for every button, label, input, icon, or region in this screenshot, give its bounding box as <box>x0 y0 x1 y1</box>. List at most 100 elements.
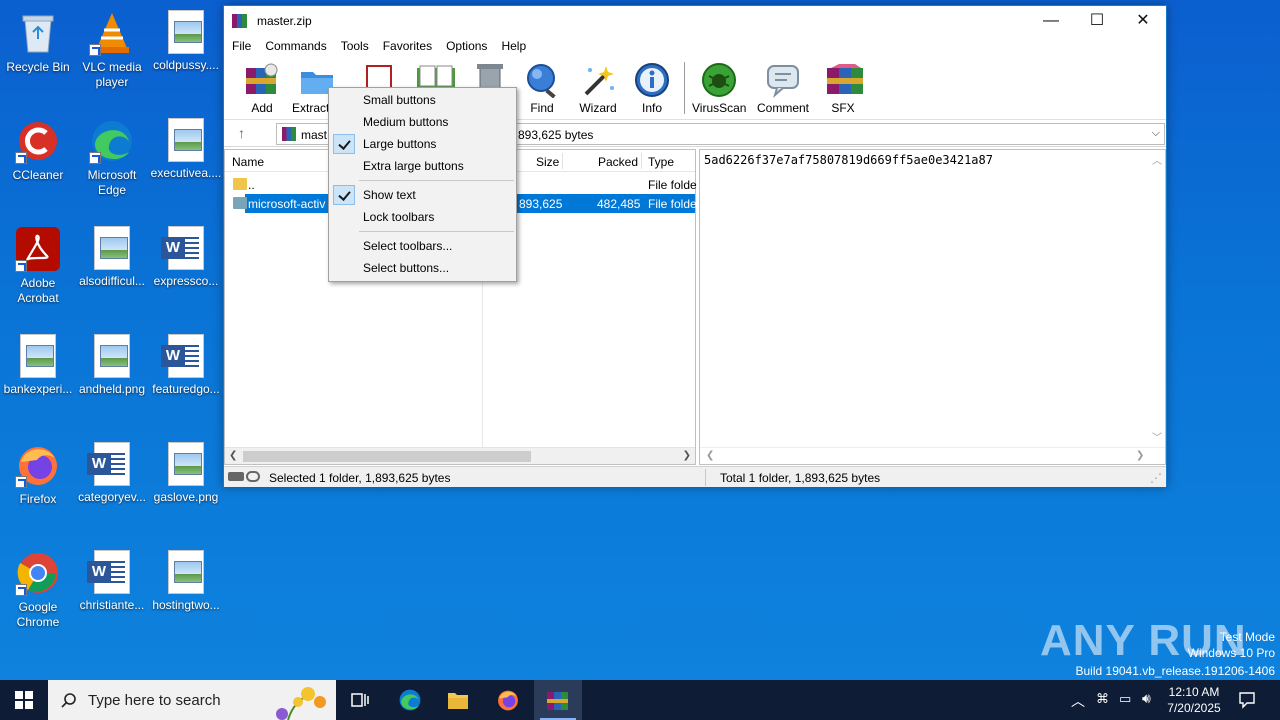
key-icon <box>246 471 260 482</box>
path-dropdown-icon[interactable]: ⌵ <box>1152 127 1160 140</box>
taskbar-search[interactable]: Type here to search <box>48 680 336 720</box>
desktop-icon-featuredgo[interactable]: W featuredgo... <box>148 330 224 430</box>
col-packed[interactable]: Packed <box>598 155 638 169</box>
desktop-icon-executivea[interactable]: executivea.... <box>148 114 224 214</box>
col-size[interactable]: Size <box>536 155 559 169</box>
maximize-button[interactable]: ☐ <box>1074 6 1120 36</box>
volume-icon[interactable]: 🔊︎ <box>1142 690 1151 707</box>
menu-item-lock-toolbars[interactable]: Lock toolbars <box>331 206 514 228</box>
desktop-icon-edge[interactable]: Microsoft Edge <box>74 114 150 214</box>
comment-button[interactable]: Comment <box>754 62 812 118</box>
desktop-icon-recycle-bin[interactable]: Recycle Bin <box>0 6 76 106</box>
archive-icon <box>282 127 296 141</box>
menu-item-label: Medium buttons <box>363 115 449 129</box>
status-right: Total 1 folder, 1,893,625 bytes <box>720 471 881 485</box>
desktop-icon-categoryev[interactable]: W categoryev... <box>74 438 150 538</box>
close-button[interactable]: ✕ <box>1120 6 1166 36</box>
scroll-down-icon[interactable]: ﹀ <box>1152 429 1162 444</box>
add-button[interactable]: Add <box>242 62 282 118</box>
menu-item-show-text[interactable]: Show text <box>331 184 514 206</box>
network-icon[interactable]: ▭ <box>1119 691 1131 707</box>
add-archive-icon <box>244 62 280 98</box>
taskbar-firefox[interactable] <box>484 680 532 720</box>
desktop-icon-google-chrome[interactable]: Google Chrome <box>0 546 76 646</box>
desktop-icon-expressco[interactable]: W expressco... <box>148 222 224 322</box>
minimize-button[interactable]: — <box>1028 6 1074 36</box>
scroll-thumb[interactable] <box>243 451 531 462</box>
desktop-icon-alsodifficul[interactable]: alsodifficul... <box>74 222 150 322</box>
desktop-icon-label: expressco... <box>153 274 219 288</box>
clock[interactable]: 12:10 AM 7/20/2025 <box>1164 684 1224 716</box>
desktop-icon-ccleaner[interactable]: CCleaner <box>0 114 76 214</box>
col-name[interactable]: Name <box>232 155 264 169</box>
search-highlight-image <box>276 687 326 720</box>
menu-separator <box>359 180 514 181</box>
start-button[interactable] <box>0 680 48 720</box>
menu-options[interactable]: Options <box>440 37 493 55</box>
menu-item-medium-buttons[interactable]: Medium buttons <box>331 111 514 133</box>
desktop-icon-firefox[interactable]: Firefox <box>0 438 76 538</box>
desktop-icon-hostingtwo[interactable]: hostingtwo... <box>148 546 224 646</box>
chrome-icon <box>15 550 61 596</box>
taskbar-file-explorer[interactable] <box>434 680 482 720</box>
menu-help[interactable]: Help <box>495 37 532 55</box>
toolbar-context-menu: Small buttons Medium buttons Large butto… <box>328 87 517 282</box>
desktop-icon-vlc[interactable]: VLC media player <box>74 6 150 106</box>
menu-favorites[interactable]: Favorites <box>377 37 438 55</box>
desktop-icon-coldpussy[interactable]: coldpussy.... <box>148 6 224 106</box>
scroll-up-icon[interactable]: ︿ <box>1152 152 1162 167</box>
resize-grip-icon[interactable]: ⋰ <box>1150 471 1162 485</box>
menu-item-select-buttons[interactable]: Select buttons... <box>331 257 514 279</box>
virusscan-button[interactable]: VirusScan <box>692 62 746 118</box>
desktop-icon-label: coldpussy.... <box>153 58 219 72</box>
shortcut-arrow-icon <box>15 476 27 488</box>
menu-item-label: Select buttons... <box>363 261 450 275</box>
taskbar-edge[interactable] <box>386 680 434 720</box>
row-name: microsoft-activ <box>248 197 326 211</box>
add-label: Add <box>251 101 273 115</box>
menu-commands[interactable]: Commands <box>259 37 332 55</box>
desktop-icon-label: andheld.png <box>78 382 146 396</box>
info-button[interactable]: Info <box>632 62 672 118</box>
sfx-button[interactable]: SFX <box>822 62 864 118</box>
firefox-icon <box>498 690 518 711</box>
folder-up-icon <box>233 178 247 190</box>
scroll-right-icon[interactable]: ❯ <box>1136 450 1144 461</box>
menu-file[interactable]: File <box>226 37 257 55</box>
comment-pane[interactable]: 5ad6226f37e7af75807819d669ff5ae0e3421a87… <box>699 149 1166 465</box>
desktop-icon-christiante[interactable]: W christiante... <box>74 546 150 646</box>
taskbar-winrar[interactable] <box>534 680 582 720</box>
scroll-left-icon[interactable]: ❮ <box>706 450 714 461</box>
notification-icon[interactable] <box>1238 691 1256 709</box>
menu-tools[interactable]: Tools <box>335 37 375 55</box>
wizard-button[interactable]: Wizard <box>576 62 620 118</box>
menu-item-label: Lock toolbars <box>363 210 435 224</box>
menu-item-extra-large-buttons[interactable]: Extra large buttons <box>331 155 514 177</box>
desktop-icon-adobe-acrobat[interactable]: Adobe Acrobat <box>0 222 76 322</box>
col-type[interactable]: Type <box>648 155 674 169</box>
horizontal-scrollbar[interactable]: ❮ ❯ <box>225 447 695 464</box>
task-view-button[interactable] <box>336 680 384 720</box>
menu-item-small-buttons[interactable]: Small buttons <box>331 89 514 111</box>
test-mode-text: Test Mode <box>1219 630 1275 644</box>
desktop-icon-gaslove[interactable]: gaslove.png <box>148 438 224 538</box>
show-hidden-icons-icon[interactable]: ︿ <box>1071 691 1085 711</box>
device-icon[interactable]: ⌘ <box>1096 691 1109 707</box>
image-file-icon <box>168 550 204 594</box>
scroll-left-icon[interactable]: ❮ <box>229 450 237 461</box>
menu-item-label: Show text <box>363 188 416 202</box>
desktop-icon-andheld[interactable]: andheld.png <box>74 330 150 430</box>
virusscan-label: VirusScan <box>692 101 747 115</box>
title-bar[interactable]: master.zip — ☐ ✕ <box>224 6 1166 36</box>
menu-item-select-toolbars[interactable]: Select toolbars... <box>331 235 514 257</box>
comment-horizontal-scrollbar[interactable]: ❮ ❯ <box>700 447 1165 464</box>
menu-item-label: Select toolbars... <box>363 239 453 253</box>
scroll-right-icon[interactable]: ❯ <box>683 450 691 461</box>
find-button[interactable]: Find <box>522 62 562 118</box>
desktop-icon-label: alsodifficul... <box>79 274 145 288</box>
menu-item-large-buttons[interactable]: Large buttons <box>331 133 514 155</box>
desktop-icon-bankexperi[interactable]: bankexperi... <box>0 330 76 430</box>
up-arrow-icon[interactable]: ↑ <box>238 125 245 141</box>
vertical-scrollbar[interactable]: ︿ ﹀ <box>1148 150 1165 446</box>
desktop-icon-label: gaslove.png <box>153 490 219 504</box>
